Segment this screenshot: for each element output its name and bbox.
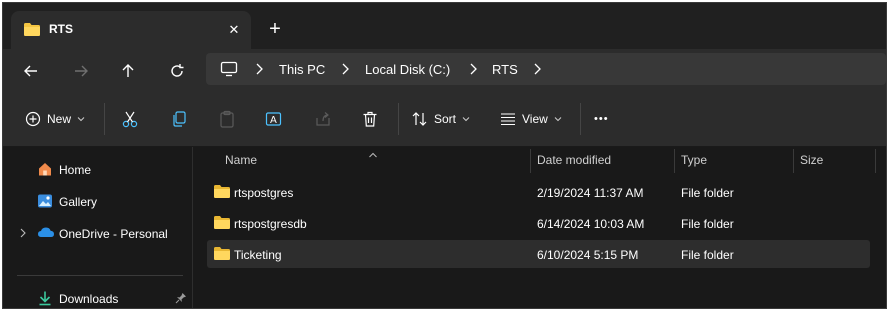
file-type: File folder xyxy=(681,217,734,231)
download-icon xyxy=(37,290,53,308)
file-name: rtspostgresdb xyxy=(234,217,307,231)
folder-icon xyxy=(213,246,231,264)
column-divider[interactable] xyxy=(875,149,876,173)
file-name: rtspostgres xyxy=(234,186,294,200)
tab-rts[interactable]: RTS ✕ xyxy=(11,11,251,49)
trash-icon xyxy=(363,111,377,127)
column-header-type[interactable]: Type xyxy=(681,147,707,173)
close-icon: ✕ xyxy=(228,22,240,37)
clipboard-icon xyxy=(220,110,234,128)
folder-icon xyxy=(23,22,41,40)
file-date: 6/14/2024 10:03 AM xyxy=(537,217,645,231)
plus-icon: + xyxy=(269,18,281,40)
nav-item-gallery[interactable]: Gallery xyxy=(3,187,189,215)
chevron-down-icon xyxy=(462,117,470,122)
chevron-down-icon xyxy=(77,117,85,122)
cloud-icon xyxy=(37,225,55,242)
arrow-right-icon xyxy=(75,65,88,77)
file-explorer-window: RTS ✕ + This PC Local Disk (C:) RTS New … xyxy=(2,2,887,309)
file-list: Name Date modified Type Size rtspostgres… xyxy=(194,147,886,308)
cut-button[interactable] xyxy=(121,105,139,133)
share-icon xyxy=(316,112,330,126)
copy-button[interactable] xyxy=(170,105,188,133)
table-row[interactable]: rtspostgresdb 6/14/2024 10:03 AM File fo… xyxy=(207,209,870,237)
more-icon: ••• xyxy=(594,113,609,125)
toolbar-divider xyxy=(398,103,399,135)
navigation-pane: Home Gallery OneDrive - Personal Downloa… xyxy=(3,147,193,308)
folder-icon xyxy=(213,215,231,233)
sort-icon xyxy=(412,112,427,126)
toolbar-divider xyxy=(104,103,105,135)
column-header-size[interactable]: Size xyxy=(800,147,823,173)
column-header-name[interactable]: Name xyxy=(225,147,257,173)
address-bar[interactable]: This PC Local Disk (C:) RTS xyxy=(206,53,886,85)
share-button[interactable] xyxy=(314,105,332,133)
back-button[interactable] xyxy=(17,57,45,85)
tab-title: RTS xyxy=(49,22,73,36)
rename-button[interactable]: A xyxy=(265,105,283,133)
file-date: 2/19/2024 11:37 AM xyxy=(537,186,644,200)
breadcrumb-rts[interactable]: RTS xyxy=(492,53,518,85)
svg-text:A: A xyxy=(270,115,277,126)
file-date: 6/10/2024 5:15 PM xyxy=(537,248,639,262)
paste-button[interactable] xyxy=(218,105,236,133)
nav-item-downloads[interactable]: Downloads xyxy=(3,284,189,308)
new-button[interactable]: New xyxy=(25,105,85,133)
arrow-left-icon xyxy=(24,65,37,77)
sort-button[interactable]: Sort xyxy=(412,105,470,133)
chevron-right-icon[interactable] xyxy=(19,227,27,242)
refresh-button[interactable] xyxy=(163,57,191,85)
plus-circle-icon xyxy=(25,111,41,127)
breadcrumb-local-disk[interactable]: Local Disk (C:) xyxy=(365,53,450,85)
scissors-icon xyxy=(122,111,138,128)
nav-label-home: Home xyxy=(59,163,92,177)
sort-label: Sort xyxy=(434,112,457,126)
up-button[interactable] xyxy=(114,57,142,85)
more-options-button[interactable]: ••• xyxy=(594,105,609,133)
tab-strip: RTS ✕ + xyxy=(3,3,886,49)
folder-icon xyxy=(213,184,231,202)
copy-icon xyxy=(173,111,186,127)
list-view-icon xyxy=(501,113,515,126)
nav-label-downloads: Downloads xyxy=(59,292,119,306)
toolbar-divider xyxy=(580,103,581,135)
chevron-right-icon xyxy=(254,62,264,79)
nav-item-home[interactable]: Home xyxy=(3,155,189,183)
nav-label-gallery: Gallery xyxy=(59,195,98,209)
close-tab-button[interactable]: ✕ xyxy=(223,19,245,41)
file-name: Ticketing xyxy=(234,248,282,262)
pin-icon[interactable] xyxy=(175,292,187,307)
nav-item-onedrive[interactable]: OneDrive - Personal xyxy=(3,219,189,247)
column-header-date-modified[interactable]: Date modified xyxy=(537,147,611,173)
column-divider[interactable] xyxy=(793,149,794,173)
new-tab-button[interactable]: + xyxy=(263,17,287,41)
file-type: File folder xyxy=(681,248,734,262)
rename-icon: A xyxy=(265,112,282,126)
chevron-right-icon xyxy=(340,62,350,79)
column-divider[interactable] xyxy=(530,149,531,173)
nav-divider xyxy=(17,275,183,276)
file-type: File folder xyxy=(681,186,734,200)
column-divider[interactable] xyxy=(674,149,675,173)
sort-ascending-icon xyxy=(368,147,378,161)
forward-button[interactable] xyxy=(67,57,95,85)
home-icon xyxy=(37,161,53,180)
chevron-right-icon xyxy=(468,62,478,79)
delete-button[interactable] xyxy=(361,105,379,133)
breadcrumb-this-pc[interactable]: This PC xyxy=(279,53,325,85)
address-row: This PC Local Disk (C:) RTS xyxy=(3,49,886,91)
monitor-icon xyxy=(220,61,238,80)
command-bar: New A Sort View ••• xyxy=(3,91,886,147)
arrow-up-icon xyxy=(122,64,134,77)
view-label: View xyxy=(522,112,548,126)
table-row[interactable]: rtspostgres 2/19/2024 11:37 AM File fold… xyxy=(207,178,870,206)
chevron-right-icon[interactable] xyxy=(532,62,542,79)
view-button[interactable]: View xyxy=(500,105,562,133)
new-label: New xyxy=(47,112,72,126)
chevron-down-icon xyxy=(554,117,562,122)
nav-label-onedrive: OneDrive - Personal xyxy=(59,227,168,241)
table-row[interactable]: Ticketing 6/10/2024 5:15 PM File folder xyxy=(207,240,870,268)
refresh-icon xyxy=(171,64,184,77)
gallery-icon xyxy=(37,193,53,212)
